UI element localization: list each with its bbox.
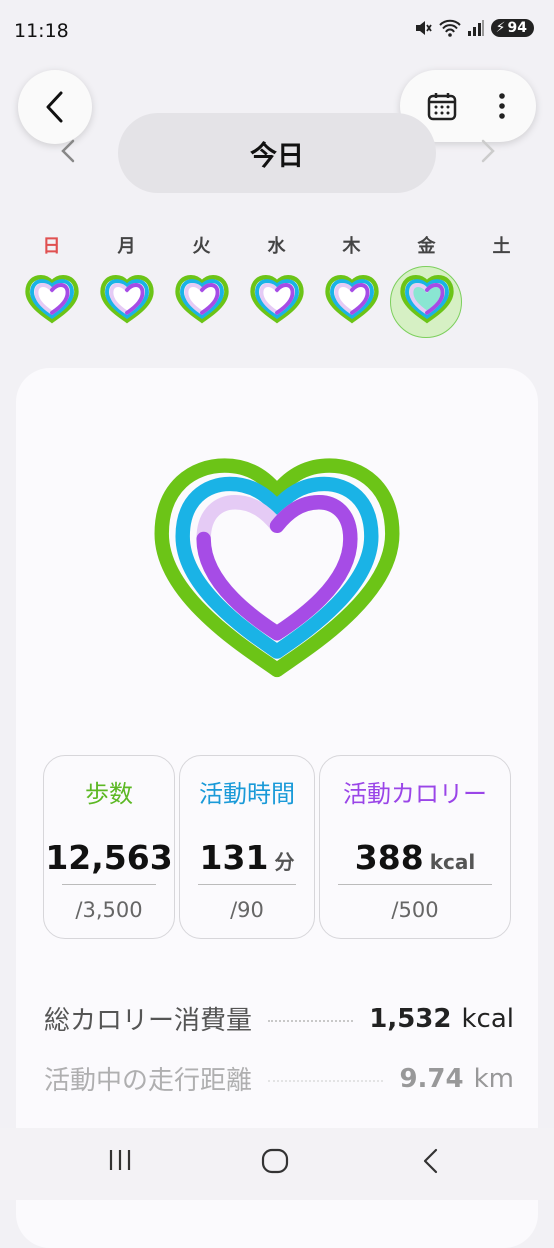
total-calories-label: 総カロリー消費量 <box>44 1006 253 1036</box>
more-options-button[interactable] <box>487 84 517 128</box>
stat-divider <box>198 884 296 885</box>
system-nav-bar <box>0 1128 554 1200</box>
next-day-button[interactable] <box>480 138 496 164</box>
stat-active-calories-goal: /500 <box>391 898 439 922</box>
day-label-fri: 金 <box>417 236 436 257</box>
home-button[interactable] <box>260 1146 290 1176</box>
day-ring-mon[interactable] <box>89 268 164 332</box>
prev-day-button[interactable] <box>60 138 76 164</box>
stat-steps-title: 歩数 <box>85 780 133 808</box>
battery-level: 94 <box>507 20 527 36</box>
stat-divider <box>62 884 156 885</box>
date-selector[interactable]: 今日 <box>118 113 436 193</box>
status-icons: ⚡ 94 <box>413 18 534 38</box>
stat-active-time-number: 131 <box>199 838 269 877</box>
stat-active-time-value: 131 分 <box>180 838 314 877</box>
stat-active-calories-title: 活動カロリー <box>343 780 487 808</box>
stat-steps-value: 12,563 <box>44 838 174 877</box>
day-ring-sun[interactable] <box>14 268 89 332</box>
recent-apps-button[interactable] <box>106 1146 134 1174</box>
mini-heart-rings-icon <box>399 275 454 324</box>
back-button[interactable] <box>18 70 92 144</box>
stat-steps[interactable]: 歩数 12,563 /3,500 <box>43 755 175 939</box>
day-ring-tue[interactable] <box>164 268 239 332</box>
distance-unit: km <box>473 1063 514 1094</box>
stat-active-time[interactable]: 活動時間 131 分 /90 <box>179 755 315 939</box>
day-label-tue: 火 <box>192 236 211 257</box>
activity-heart-rings <box>154 458 400 678</box>
stat-active-time-title: 活動時間 <box>199 780 295 808</box>
battery-badge: ⚡ 94 <box>490 19 534 37</box>
stat-active-time-goal: /90 <box>230 898 264 922</box>
stat-active-calories[interactable]: 活動カロリー 388 kcal /500 <box>319 755 511 939</box>
mini-heart-rings-icon <box>324 275 379 324</box>
day-label-sat: 土 <box>492 236 511 257</box>
signal-icon <box>467 20 484 36</box>
distance-value: 9.74 <box>399 1063 464 1094</box>
day-ring-wed[interactable] <box>239 268 314 332</box>
back-arrow-icon <box>46 91 63 123</box>
status-time: 11:18 <box>14 20 69 42</box>
more-vertical-icon <box>498 93 505 119</box>
distance-label: 活動中の走行距離 <box>44 1066 253 1096</box>
total-calories-value: 1,532 <box>369 1003 452 1034</box>
wifi-icon <box>438 19 461 37</box>
status-bar: 11:18 ⚡ 94 <box>0 0 554 60</box>
mini-heart-rings-icon <box>24 275 79 324</box>
stat-steps-number: 12,563 <box>45 838 173 877</box>
day-label-sun: 日 <box>42 236 61 257</box>
distance-row: 活動中の走行距離 9.74 km <box>44 1060 514 1097</box>
week-activity-rings <box>14 266 540 338</box>
day-label-wed: 水 <box>267 236 286 257</box>
day-ring-thu[interactable] <box>314 268 389 332</box>
calendar-icon <box>427 93 456 121</box>
total-calories-unit: kcal <box>461 1003 514 1034</box>
stat-active-calories-unit: kcal <box>429 850 476 874</box>
dotted-leader <box>268 1019 354 1022</box>
day-label-mon: 月 <box>117 236 136 257</box>
dotted-leader <box>268 1079 384 1082</box>
stat-steps-goal: /3,500 <box>75 898 143 922</box>
day-label-thu: 木 <box>342 236 361 257</box>
mini-heart-rings-icon <box>99 275 154 324</box>
mini-heart-rings-icon <box>174 275 229 324</box>
stat-active-calories-value: 388 kcal <box>320 838 510 877</box>
stat-active-calories-number: 388 <box>354 838 424 877</box>
stat-divider <box>338 884 492 885</box>
mute-icon <box>415 21 432 35</box>
stat-active-time-unit: 分 <box>274 850 295 874</box>
mini-heart-rings-icon <box>249 275 304 324</box>
day-ring-fri[interactable] <box>389 266 464 338</box>
total-calories-row: 総カロリー消費量 1,532 kcal <box>44 1000 514 1037</box>
date-label: 今日 <box>250 140 304 172</box>
charging-icon: ⚡ <box>495 20 506 36</box>
calendar-button[interactable] <box>420 84 464 128</box>
week-day-labels: 日 月 火 水 木 金 土 <box>14 232 540 258</box>
system-back-button[interactable] <box>420 1146 442 1176</box>
day-ring-sat[interactable] <box>464 268 539 332</box>
